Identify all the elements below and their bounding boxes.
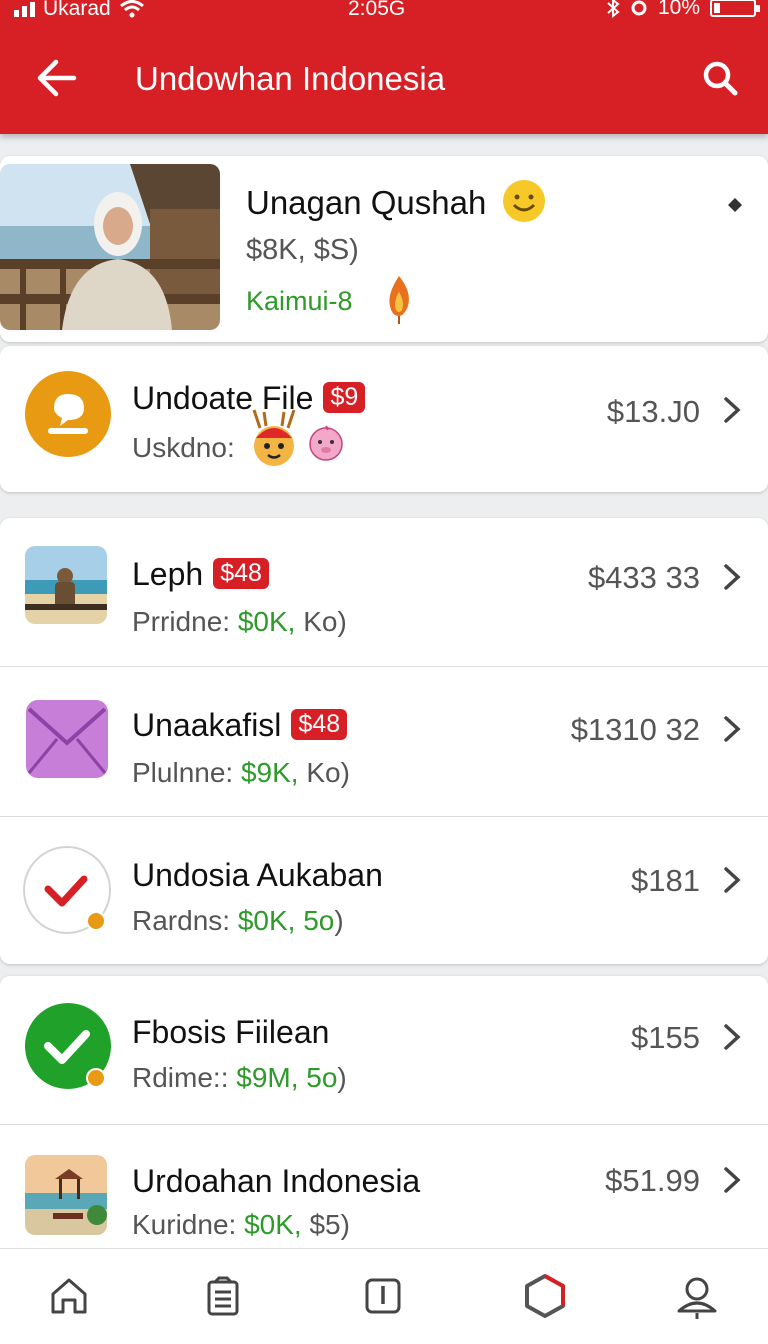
checkmark-filled-icon bbox=[25, 1003, 111, 1089]
subtitle-value: $0K, bbox=[237, 606, 296, 637]
featured-card[interactable]: Unagan Qushah $8K, $S) Kaimui-8 bbox=[0, 156, 768, 342]
subtitle-extra: ) bbox=[334, 905, 344, 936]
checkmark-outline-icon bbox=[23, 846, 111, 934]
item-title-text: Leph bbox=[132, 556, 204, 592]
subtitle-label: Uskdno: bbox=[132, 432, 235, 463]
item-subtitle: Uskdno: bbox=[132, 432, 235, 464]
chevron-right-icon bbox=[724, 1024, 741, 1050]
smiley-emoji-icon bbox=[503, 180, 545, 222]
item-price: $13.J0 bbox=[606, 394, 700, 429]
nav-profile[interactable] bbox=[672, 1271, 722, 1321]
item-subtitle: Kuridne: $0K, $5) bbox=[132, 1209, 350, 1241]
item-title-text: Urdoahan Indonesia bbox=[132, 1163, 421, 1199]
beach-photo-icon bbox=[25, 546, 107, 624]
subtitle-label: Plulnne: bbox=[132, 757, 234, 788]
price-badge: $48 bbox=[213, 558, 269, 589]
item-subtitle: Prridne: $0K, Ko) bbox=[132, 606, 347, 638]
subtitle-label: Rdime:: bbox=[132, 1062, 229, 1093]
list-item[interactable]: Leph $48 Prridne: $0K, Ko) $433 33 bbox=[0, 518, 768, 666]
nav-list[interactable] bbox=[198, 1271, 248, 1321]
list-item[interactable]: Undosia Aukaban Rardns: $0K, 5o) $181 bbox=[0, 817, 768, 964]
subtitle-value: $9M, 5o bbox=[236, 1062, 338, 1093]
envelope-icon bbox=[26, 700, 108, 778]
timer-icon bbox=[365, 1278, 401, 1314]
list-item[interactable]: Unaakafisl $48 Plulnne: $9K, Ko) $1310 32 bbox=[0, 667, 768, 815]
subtitle-extra: ) bbox=[337, 1062, 347, 1093]
nav-timer[interactable] bbox=[358, 1271, 408, 1321]
subtitle-value: $0K, bbox=[244, 1209, 302, 1240]
item-title-text: Unaakafisl bbox=[132, 707, 282, 743]
alarm-icon bbox=[631, 0, 647, 16]
bluetooth-icon bbox=[607, 0, 620, 18]
list-item[interactable]: Fbosis Fiilean Rdime:: $9M, 5o) $155 bbox=[0, 976, 768, 1122]
search-icon bbox=[703, 61, 738, 96]
search-button[interactable] bbox=[694, 52, 746, 104]
chevron-right-icon bbox=[724, 564, 741, 590]
carrier-label: Ukarad bbox=[43, 0, 111, 20]
list-item[interactable]: Undoate File $9 Uskdno: $13.J0 bbox=[0, 346, 768, 492]
chevron-right-icon bbox=[724, 867, 741, 893]
profile-icon bbox=[677, 1277, 717, 1319]
back-button[interactable] bbox=[30, 52, 82, 104]
page-title: Undowhan Indonesia bbox=[135, 60, 446, 97]
featured-tag: Kaimui-8 bbox=[246, 286, 353, 316]
featured-name: Unagan Qushah bbox=[246, 184, 487, 221]
arrow-left-icon bbox=[37, 59, 77, 97]
item-title-text: Undosia Aukaban bbox=[132, 857, 383, 893]
cartoon-mascot-icon bbox=[252, 409, 296, 466]
status-bar: Ukarad 2:05G 10% bbox=[0, 0, 768, 22]
item-subtitle: Rardns: $0K, 5o) bbox=[132, 905, 344, 937]
item-subtitle: Plulnne: $9K, Ko) bbox=[132, 757, 350, 789]
home-icon bbox=[51, 1278, 87, 1314]
wifi-icon bbox=[119, 0, 144, 18]
item-card-2: Leph $48 Prridne: $0K, Ko) $433 33 Unaaka… bbox=[0, 518, 768, 964]
item-title: Urdoahan Indonesia bbox=[132, 1163, 420, 1200]
price-badge: $48 bbox=[291, 709, 348, 740]
subtitle-label: Rardns: bbox=[132, 905, 231, 936]
chat-bubble-icon bbox=[25, 371, 111, 457]
list-item[interactable]: Urdoahan Indonesia Kuridne: $0K, $5) $51… bbox=[0, 1125, 768, 1256]
featured-price-line: $8K, $S) bbox=[246, 234, 359, 266]
subtitle-extra: Ko) bbox=[306, 757, 350, 788]
item-title: Unaakafisl $48 bbox=[132, 707, 348, 744]
chevron-right-icon bbox=[724, 397, 741, 423]
item-price: $51.99 bbox=[605, 1163, 700, 1198]
item-price: $433 33 bbox=[587, 560, 700, 595]
bottom-nav bbox=[0, 1248, 768, 1344]
chevron-right-icon bbox=[724, 1167, 741, 1193]
hexagon-icon bbox=[525, 1274, 565, 1318]
status-time: 2:05G bbox=[348, 0, 406, 20]
item-price: $1310 32 bbox=[570, 712, 700, 747]
flame-icon bbox=[389, 276, 409, 324]
subtitle-value: $0K, 5o bbox=[237, 905, 335, 936]
subtitle-label: Kuridne: bbox=[132, 1209, 237, 1240]
beach-hut-photo-icon bbox=[25, 1155, 107, 1235]
item-price: $181 bbox=[631, 863, 700, 898]
item-title-text: Fbosis Fiilean bbox=[132, 1014, 330, 1050]
item-price: $155 bbox=[631, 1020, 700, 1055]
pig-emoji-icon bbox=[309, 425, 343, 461]
subtitle-label: Prridne: bbox=[132, 606, 231, 637]
item-subtitle: Rdime:: $9M, 5o) bbox=[132, 1062, 347, 1094]
chevron-right-icon bbox=[724, 716, 741, 742]
subtitle-extra: $5) bbox=[309, 1209, 350, 1240]
list-icon bbox=[207, 1276, 239, 1316]
subtitle-extra: Ko) bbox=[303, 606, 347, 637]
item-title: Fbosis Fiilean bbox=[132, 1014, 329, 1051]
item-title: Leph $48 bbox=[132, 556, 269, 593]
profile-photo bbox=[0, 164, 220, 330]
app-header: Ukarad 2:05G 10% Undowhan Indonesia bbox=[0, 0, 768, 134]
signal-icon bbox=[14, 1, 35, 17]
item-title: Undosia Aukaban bbox=[132, 857, 383, 894]
battery-percent: 10% bbox=[657, 0, 700, 19]
subtitle-value: $9K, bbox=[240, 757, 299, 788]
nav-home[interactable] bbox=[44, 1271, 94, 1321]
item-card-1: Undoate File $9 Uskdno: $13.J0 bbox=[0, 346, 768, 492]
item-card-3: Fbosis Fiilean Rdime:: $9M, 5o) $155 Urd… bbox=[0, 976, 768, 1256]
nav-hexagon[interactable] bbox=[520, 1271, 570, 1321]
more-dot-icon[interactable] bbox=[726, 196, 744, 214]
battery-icon bbox=[710, 0, 760, 17]
price-badge: $9 bbox=[323, 382, 366, 413]
